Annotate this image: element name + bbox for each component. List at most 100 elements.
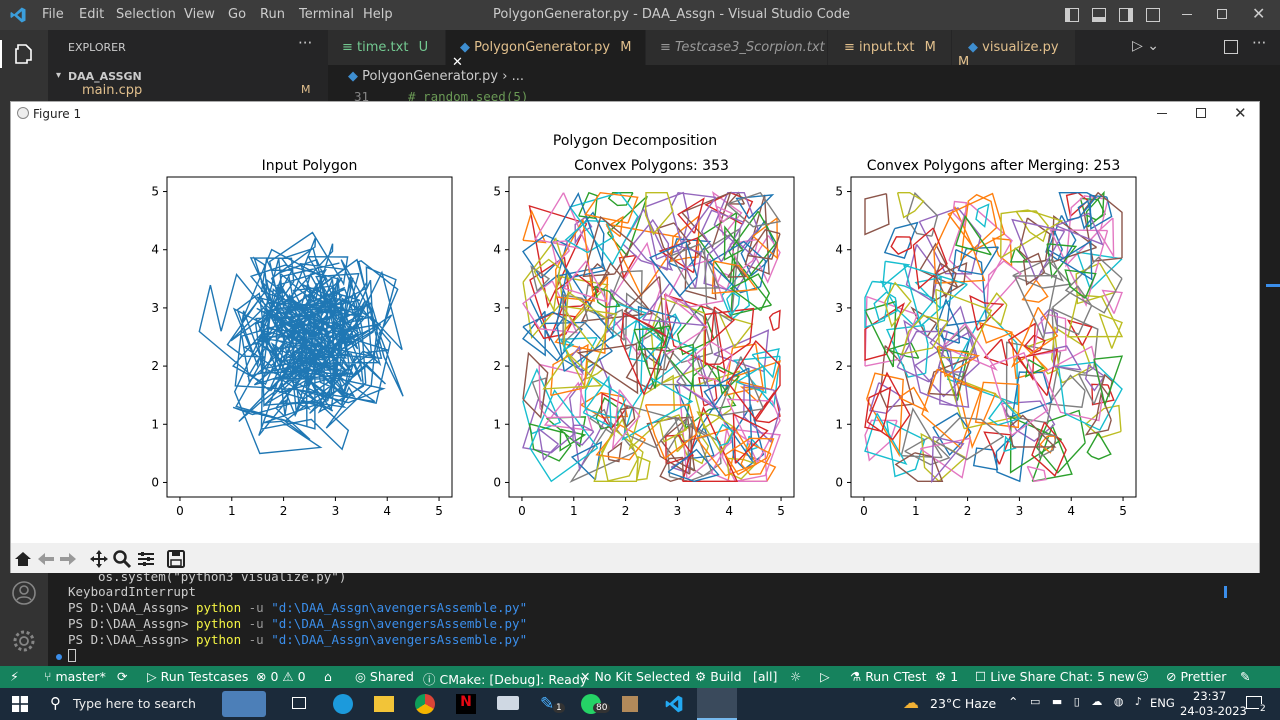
- menu-help[interactable]: Help: [363, 7, 393, 22]
- more-actions-icon[interactable]: ···: [298, 34, 312, 52]
- folder-chevron-icon[interactable]: ▾: [56, 70, 61, 81]
- y-tick-label: 3: [835, 301, 843, 315]
- chrome-icon[interactable]: [415, 694, 435, 714]
- editor-more-icon[interactable]: ···: [1252, 34, 1266, 52]
- menu-go[interactable]: Go: [228, 7, 246, 22]
- file-explorer-icon[interactable]: [374, 696, 394, 712]
- problems-item[interactable]: ⊗ 0 ⚠ 0: [256, 669, 306, 684]
- x-tick-label: 0: [176, 504, 184, 518]
- debug-icon[interactable]: ☼: [790, 669, 801, 684]
- ctest-item[interactable]: ⚗ Run CTest: [850, 669, 926, 684]
- menu-selection[interactable]: Selection: [116, 7, 176, 22]
- terminal-dot: [56, 654, 62, 660]
- home-icon[interactable]: ⌂: [324, 669, 332, 684]
- prettier-item[interactable]: ⊘ Prettier: [1166, 669, 1226, 684]
- settings-gear-icon[interactable]: [11, 628, 37, 654]
- menu-terminal[interactable]: Terminal: [299, 7, 354, 22]
- build-item[interactable]: ⚙ Build: [695, 669, 742, 684]
- widget-icon[interactable]: [222, 691, 266, 717]
- branch-item[interactable]: ⑂ master*: [44, 669, 106, 684]
- account-icon[interactable]: [11, 580, 37, 606]
- figure-titlebar[interactable]: Figure 1 ✕: [11, 102, 1259, 126]
- taskbar-badge: 1: [553, 703, 565, 713]
- figure-minimize-button[interactable]: [1157, 113, 1167, 114]
- clock-date[interactable]: 24-03-2023: [1180, 704, 1247, 718]
- live-share-chat[interactable]: ☐ Live Share Chat: 5 new: [975, 669, 1135, 684]
- notification-count: 2: [1259, 704, 1267, 714]
- copilot-icon[interactable]: ☺: [1136, 669, 1149, 684]
- vscode-taskbar-icon[interactable]: [664, 694, 684, 714]
- run-testcases-item[interactable]: ▷ Run Testcases: [147, 669, 248, 684]
- kit-item[interactable]: ✕ No Kit Selected: [580, 669, 690, 684]
- forward-arrow-icon[interactable]: [58, 549, 78, 569]
- edge-icon[interactable]: [333, 694, 353, 714]
- clock-time[interactable]: 23:37: [1193, 689, 1226, 703]
- pan-icon[interactable]: [89, 549, 109, 569]
- tab-badge: U: [418, 40, 429, 55]
- tab-label: PolygonGenerator.py: [474, 40, 611, 55]
- x-tick-label: 2: [964, 504, 972, 518]
- menu-edit[interactable]: Edit: [79, 7, 104, 22]
- netflix-icon[interactable]: N: [456, 694, 476, 714]
- files-icon[interactable]: [12, 42, 36, 66]
- ports-item[interactable]: ⚙ 1: [935, 669, 958, 684]
- zoom-icon[interactable]: [112, 549, 132, 569]
- search-icon: ⚲: [50, 694, 61, 712]
- notifications-icon[interactable]: ✎: [1240, 669, 1250, 684]
- menu-view[interactable]: View: [184, 7, 215, 22]
- tray-chevron-icon[interactable]: ⌃: [1008, 694, 1018, 709]
- layout-icons[interactable]: [1065, 8, 1161, 22]
- pen-app-icon[interactable]: ✎: [540, 694, 554, 714]
- y-tick-label: 2: [493, 359, 501, 373]
- remote-icon[interactable]: ⚡: [0, 666, 32, 688]
- close-button[interactable]: ✕: [1252, 4, 1265, 23]
- minimize-button[interactable]: [1182, 14, 1192, 15]
- save-icon[interactable]: [166, 549, 186, 569]
- figure-maximize-button[interactable]: [1196, 108, 1206, 118]
- build-target[interactable]: [all]: [753, 669, 777, 684]
- split-editor-icon[interactable]: [1224, 40, 1238, 54]
- breadcrumb-more[interactable]: ...: [512, 69, 524, 84]
- file-item-main-cpp[interactable]: main.cpp: [82, 83, 142, 98]
- breadcrumb-file[interactable]: PolygonGenerator.py: [362, 69, 498, 84]
- windows-start-icon[interactable]: [12, 696, 28, 712]
- configure-subplots-icon[interactable]: [136, 549, 156, 569]
- window-title: PolygonGenerator.py - DAA_Assgn - Visual…: [493, 7, 851, 22]
- archive-app-icon[interactable]: [622, 696, 638, 712]
- maximize-button[interactable]: [1217, 9, 1227, 19]
- x-tick-label: 0: [518, 504, 526, 518]
- x-tick-label: 1: [912, 504, 920, 518]
- tab-testcase3-scorpion[interactable]: ≡ Testcase3_Scorpion.txt: [646, 30, 828, 65]
- breadcrumb[interactable]: ◆ PolygonGenerator.py › ...: [348, 69, 524, 84]
- home-icon[interactable]: [13, 549, 33, 569]
- tab-time-txt[interactable]: ≡ time.txt U: [328, 30, 446, 65]
- python-taskbar-icon[interactable]: [697, 688, 737, 720]
- matplotlib-figure-window[interactable]: Figure 1 ✕ Polygon Decomposition Input Po…: [10, 101, 1260, 573]
- menu-run[interactable]: Run: [260, 7, 285, 22]
- folder-name[interactable]: DAA_ASSGN: [68, 70, 142, 83]
- laptop-app-icon[interactable]: [497, 696, 519, 710]
- cmake-status[interactable]: ⓘ CMake: [Debug]: Ready: [423, 669, 587, 688]
- menu-file[interactable]: File: [42, 7, 64, 22]
- tray-icons[interactable]: ▭ ▬ ▯ ☁ ◍ ♪: [1030, 695, 1146, 708]
- taskbar-search[interactable]: ⚲ Type here to search: [40, 688, 230, 720]
- y-tick-label: 3: [151, 301, 159, 315]
- run-file-icon[interactable]: ▷ ⌄: [1132, 38, 1159, 54]
- shared-item[interactable]: ◎ Shared: [355, 669, 414, 684]
- back-arrow-icon[interactable]: [36, 549, 56, 569]
- terminal-panel[interactable]: os.system("python3 visualize.py") Keyboa…: [48, 569, 1280, 666]
- launch-icon[interactable]: ▷: [820, 669, 830, 684]
- plot-canvas: Polygon Decomposition Input Polygon 0 1 2 3 4 5…: [151, 133, 1137, 518]
- txt-file-icon: ≡: [342, 40, 353, 55]
- active-indicator: [0, 40, 2, 68]
- weather-text[interactable]: 23°C Haze: [930, 696, 996, 711]
- figure-canvas[interactable]: Polygon Decomposition Input Polygon 0 1 2 3 4 5…: [11, 126, 1259, 544]
- tab-visualize-py[interactable]: ◆ visualize.py M: [952, 30, 1076, 70]
- tab-polygongenerator-py[interactable]: ◆ PolygonGenerator.py M ✕: [446, 30, 646, 70]
- tab-input-txt[interactable]: ≡ input.txt M: [828, 30, 952, 65]
- sync-icon[interactable]: ⟳: [117, 669, 127, 684]
- language-indicator[interactable]: ENG: [1150, 696, 1175, 710]
- figure-close-button[interactable]: ✕: [1234, 104, 1247, 122]
- scrollbar-marker: [1266, 284, 1280, 287]
- task-view-icon[interactable]: [292, 697, 306, 709]
